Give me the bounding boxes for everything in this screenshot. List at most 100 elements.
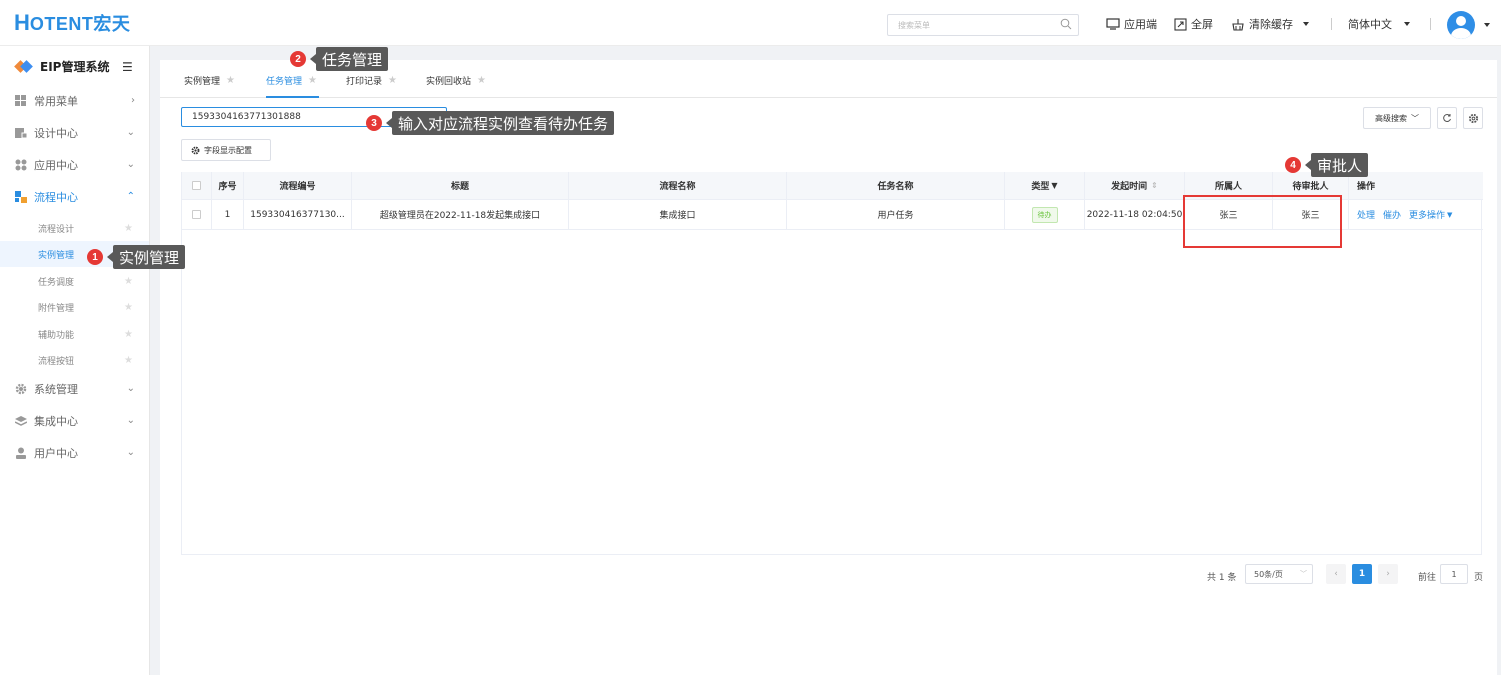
annotation-badge: 3: [366, 115, 382, 131]
pending-tag: 待办: [1031, 206, 1058, 223]
tab-label: 实例管理: [184, 77, 221, 87]
goto-page-input[interactable]: 1: [1440, 564, 1468, 584]
sidebar-subitem-label: 附件管理: [38, 303, 75, 314]
settings-button[interactable]: [1463, 107, 1483, 129]
system-title-text: EIP管理系统: [40, 60, 110, 74]
select-all-checkbox[interactable]: [192, 181, 201, 190]
field-display-config-button[interactable]: 字段显示配置: [181, 139, 271, 161]
advanced-search-button[interactable]: 高级搜索 ﹀: [1363, 107, 1431, 129]
content-panel: 实例管理 ★ 任务管理 ★ 打印记录 ★ 实例回收站 ★ 159330416377130…: [160, 60, 1497, 675]
menu-fold-icon[interactable]: ☰: [122, 60, 133, 74]
app-end-button[interactable]: 应用端: [1106, 16, 1157, 32]
row-checkbox[interactable]: [192, 210, 201, 219]
tab-task-management[interactable]: 任务管理 ★: [266, 74, 317, 87]
tab-print-records[interactable]: 打印记录 ★: [346, 74, 397, 87]
next-page-button[interactable]: ›: [1378, 564, 1398, 584]
apps-icon: [15, 159, 27, 171]
clear-cache-dropdown[interactable]: 清除缓存: [1231, 16, 1309, 32]
sidebar-subitem-auxiliary-functions[interactable]: 辅助功能 ★: [0, 321, 149, 347]
chevron-down-icon: ⌄: [126, 415, 135, 426]
annotation-badge: 4: [1285, 157, 1301, 173]
tab-label: 实例回收站: [426, 77, 472, 87]
star-icon[interactable]: ★: [124, 355, 133, 366]
language-dropdown[interactable]: 简体中文: [1348, 16, 1410, 32]
column-header-label: 发起时间: [1111, 182, 1148, 192]
prev-page-button[interactable]: ‹: [1326, 564, 1346, 584]
column-header: 标题: [352, 172, 569, 199]
annotation-callout: 审批人: [1304, 153, 1369, 177]
process-number: 159330416377130...: [244, 200, 352, 229]
sort-icon[interactable]: ⇕: [1151, 181, 1158, 190]
star-icon[interactable]: ★: [124, 302, 133, 313]
caret-down-icon: [1303, 22, 1309, 26]
tab-label: 打印记录: [346, 77, 383, 87]
sidebar-item-app-center[interactable]: 应用中心 ⌄: [0, 149, 149, 181]
sidebar-item-system-management[interactable]: 系统管理 ⌄: [0, 373, 149, 405]
star-icon[interactable]: ★: [124, 223, 133, 234]
fullscreen-button[interactable]: 全屏: [1174, 16, 1213, 32]
star-icon[interactable]: ★: [477, 75, 486, 86]
more-operations-link[interactable]: 更多操作: [1409, 208, 1445, 221]
sidebar-subitem-process-buttons[interactable]: 流程按钮 ★: [0, 347, 149, 373]
sidebar-subitem-label: 流程设计: [38, 224, 75, 235]
monitor-icon: [1106, 18, 1120, 30]
page-number-current[interactable]: 1: [1352, 564, 1372, 584]
star-icon[interactable]: ★: [124, 276, 133, 287]
clear-cache-label: 清除缓存: [1249, 18, 1293, 31]
sidebar-item-common-menu[interactable]: 常用菜单 ›: [0, 85, 149, 117]
search-icon[interactable]: [1060, 18, 1072, 30]
annotation-badge: 1: [87, 249, 103, 265]
sidebar-subitem-label: 实例管理: [38, 250, 75, 261]
sidebar-item-label: 系统管理: [34, 383, 78, 396]
sidebar-item-label: 用户中心: [34, 447, 78, 460]
main-content: 实例管理 ★ 任务管理 ★ 打印记录 ★ 实例回收站 ★ 159330416377130…: [150, 46, 1501, 675]
tab-instance-recycle-bin[interactable]: 实例回收站 ★: [426, 74, 486, 87]
sidebar-item-label: 应用中心: [34, 159, 78, 172]
star-icon[interactable]: ★: [388, 75, 397, 86]
row-index: 1: [212, 200, 244, 229]
type-column-header[interactable]: 类型 ▼: [1005, 172, 1085, 199]
filter-icon[interactable]: ▼: [1051, 181, 1057, 190]
tab-instance-management[interactable]: 实例管理 ★: [184, 74, 235, 87]
grid-icon: [15, 95, 27, 107]
gear-icon: [15, 383, 27, 395]
sidebar-subitem-label: 辅助功能: [38, 330, 75, 341]
language-label: 简体中文: [1348, 18, 1392, 31]
avatar-caret-icon[interactable]: [1484, 23, 1490, 27]
caret-down-icon[interactable]: ▼: [1447, 211, 1452, 219]
sidebar-item-integration-center[interactable]: 集成中心 ⌄: [0, 405, 149, 437]
chevron-down-icon: ﹀: [1411, 113, 1419, 123]
column-header: 流程名称: [569, 172, 787, 199]
fullscreen-label: 全屏: [1191, 18, 1213, 31]
user-avatar[interactable]: [1447, 11, 1475, 39]
total-count: 共 1 条: [1207, 572, 1237, 583]
sidebar-subitem-attachment-management[interactable]: 附件管理 ★: [0, 294, 149, 320]
operations-cell: 处理 催办 更多操作 ▼: [1349, 200, 1483, 229]
layers-icon: [15, 416, 27, 426]
caret-down-icon: [1404, 22, 1410, 26]
active-tab-indicator: [266, 96, 319, 98]
start-time-column-header[interactable]: 发起时间 ⇕: [1085, 172, 1185, 199]
urge-link[interactable]: 催办: [1383, 208, 1401, 221]
select-all-cell: [182, 172, 212, 199]
field-display-config-label: 字段显示配置: [204, 145, 252, 155]
star-icon[interactable]: ★: [308, 75, 317, 86]
sidebar-item-process-center[interactable]: 流程中心 ⌃: [0, 181, 149, 213]
process-name: 集成接口: [569, 200, 787, 229]
row-select-cell: [182, 200, 212, 229]
page-size-select[interactable]: 50条/页 ﹀: [1245, 564, 1313, 584]
top-header: H OTENT宏天 搜索菜单 应用端 全屏 清除缓存 简体中文: [0, 0, 1501, 46]
process-icon: [15, 191, 27, 203]
star-icon[interactable]: ★: [124, 329, 133, 340]
sidebar-item-design-center[interactable]: 设计中心 ⌄: [0, 117, 149, 149]
sidebar-item-user-center[interactable]: 用户中心 ⌄: [0, 437, 149, 469]
sidebar-subitem-process-design[interactable]: 流程设计 ★: [0, 215, 149, 241]
star-icon[interactable]: ★: [226, 75, 235, 86]
chevron-down-icon: ⌄: [126, 447, 135, 458]
menu-search-input[interactable]: 搜索菜单: [887, 14, 1079, 36]
annotation-callout: 输入对应流程实例查看待办任务: [385, 111, 615, 135]
refresh-button[interactable]: [1437, 107, 1457, 129]
sidebar-subitem-task-scheduling[interactable]: 任务调度 ★: [0, 268, 149, 294]
handle-link[interactable]: 处理: [1357, 208, 1375, 221]
page-size-label: 50条/页: [1254, 569, 1283, 579]
